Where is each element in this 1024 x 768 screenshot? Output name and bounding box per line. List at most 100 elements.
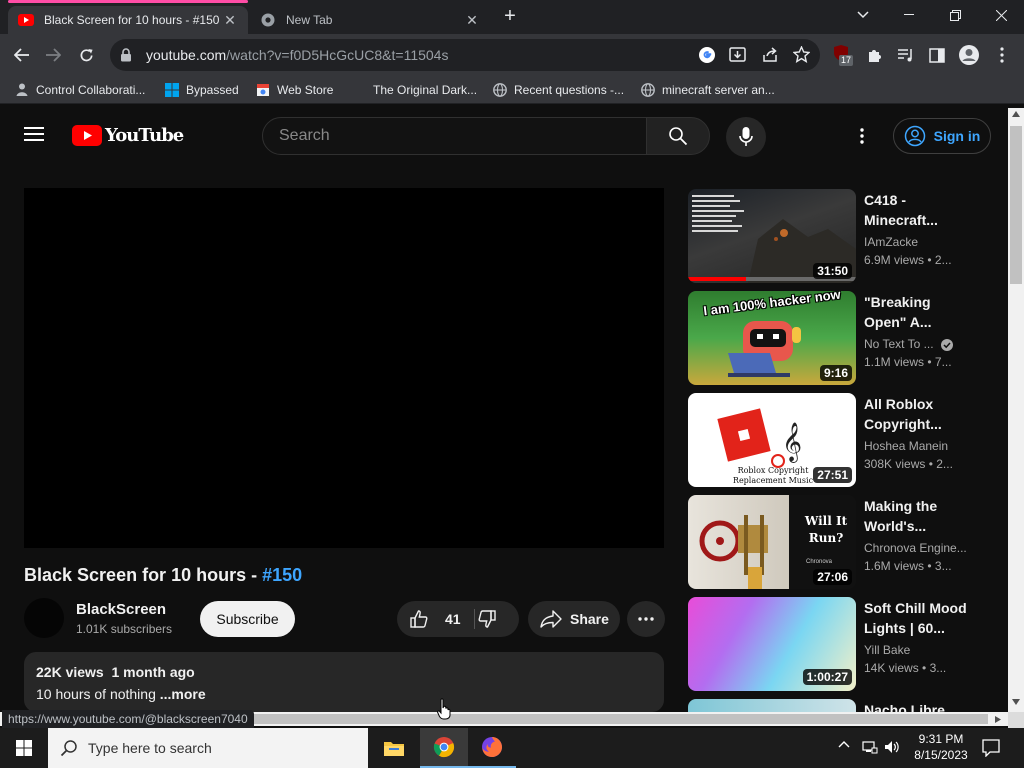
recommendation-channel[interactable]: IAmZacke	[864, 235, 918, 249]
bookmark-star-icon[interactable]	[793, 46, 810, 63]
share-button[interactable]: Share	[528, 601, 620, 637]
tab-close-icon[interactable]: ✕	[462, 12, 482, 29]
scroll-up-arrow-icon[interactable]	[1011, 110, 1021, 118]
sign-in-button[interactable]: Sign in	[893, 118, 991, 154]
recommendation-title[interactable]: "Breaking Open" A...	[864, 292, 974, 332]
recommendation-channel[interactable]: Chronova Engine...	[864, 541, 967, 555]
youtube-logo[interactable]: YouTube	[72, 125, 184, 146]
youtube-header: YouTube Sign in	[0, 108, 1008, 164]
file-explorer-icon[interactable]	[370, 728, 418, 768]
google-lens-icon[interactable]	[698, 46, 716, 64]
recommendation-item[interactable]: I am 100% hacker now 9:16 "Breaking Open…	[688, 291, 1000, 385]
chrome-menu-icon[interactable]	[989, 43, 1015, 67]
back-icon[interactable]	[9, 43, 35, 67]
recommendation-age: 7...	[934, 355, 952, 369]
taskbar-search-box[interactable]: Type here to search	[48, 728, 368, 768]
recommendation-channel-name[interactable]: No Text To ...	[864, 337, 934, 351]
forward-icon[interactable]	[40, 43, 66, 67]
recommendation-meta: 1.1M views • 7...	[864, 355, 952, 369]
recommendation-views: 308K views	[864, 457, 926, 471]
recommendation-channel[interactable]: No Text To ...	[864, 337, 953, 351]
taskbar-clock[interactable]: 9:31 PM 8/15/2023	[906, 731, 976, 763]
channel-name[interactable]: BlackScreen	[76, 601, 166, 618]
restore-icon[interactable]	[932, 0, 978, 30]
extensions-puzzle-icon[interactable]	[861, 43, 887, 67]
svg-text:𝄞: 𝄞	[782, 422, 802, 463]
firefox-taskbar-icon[interactable]	[468, 728, 516, 768]
browser-tab-strip: Black Screen for 10 hours - #150 ✕ New T…	[0, 0, 1024, 34]
recommendation-item[interactable]: 𝄞 Roblox Copyright Replacement Music 27:…	[688, 393, 1000, 487]
notifications-icon[interactable]	[982, 739, 1000, 757]
recommendation-title[interactable]: C418 - Minecraft...	[864, 190, 974, 230]
chrome-taskbar-icon[interactable]	[420, 728, 468, 768]
thumbnail-nacho-libre[interactable]	[688, 699, 856, 712]
media-controls-icon[interactable]	[893, 43, 919, 67]
channel-avatar[interactable]	[24, 598, 64, 638]
thumbnail-engine[interactable]: Will It Run? Chronova 27:06	[688, 495, 856, 589]
tab-search-chevron-icon[interactable]	[840, 0, 886, 30]
reload-icon[interactable]	[73, 43, 99, 67]
tab-youtube[interactable]: Black Screen for 10 hours - #150 ✕	[8, 0, 248, 34]
new-tab-plus-icon[interactable]: +	[498, 6, 522, 28]
volume-icon[interactable]	[884, 739, 900, 755]
recommendation-title[interactable]: All Roblox Copyright...	[864, 394, 974, 434]
bookmark-minecraft-server[interactable]: minecraft server an...	[640, 80, 775, 100]
close-window-icon[interactable]	[978, 0, 1024, 30]
bookmark-original-dark[interactable]: The Original Dark...	[373, 80, 477, 100]
profile-avatar-icon[interactable]	[956, 43, 982, 67]
bookmark-recent-questions[interactable]: Recent questions -...	[492, 80, 624, 100]
recommendation-item[interactable]: 1:00:27 Soft Chill Mood Lights | 60... Y…	[688, 597, 1000, 691]
windows-taskbar: Type here to search 9:31 PM 8/15/2023	[0, 728, 1024, 768]
like-button[interactable]: 41	[397, 601, 473, 637]
ellipsis-icon	[638, 617, 654, 621]
status-bar-url: https://www.youtube.com/@blackscreen7040	[2, 710, 254, 728]
subscribe-button[interactable]: Subscribe	[200, 601, 295, 637]
side-panel-icon[interactable]	[924, 43, 950, 67]
scroll-down-arrow-icon[interactable]	[1011, 698, 1021, 706]
tray-overflow-chevron-icon[interactable]	[838, 740, 850, 748]
recommendation-menu-icon[interactable]	[976, 201, 996, 221]
voice-search-button[interactable]	[726, 117, 766, 157]
account-icon	[904, 125, 925, 147]
settings-more-icon[interactable]	[860, 128, 864, 144]
video-duration: 27:06	[813, 569, 852, 585]
tab-close-icon[interactable]: ✕	[220, 12, 240, 29]
recommendation-channel[interactable]: Yill Bake	[864, 643, 910, 657]
search-box[interactable]	[262, 117, 648, 155]
install-app-icon[interactable]	[729, 47, 746, 63]
vertical-scroll-thumb[interactable]	[1010, 126, 1022, 284]
minimize-icon[interactable]	[886, 0, 932, 30]
video-player[interactable]	[24, 188, 664, 548]
network-icon[interactable]	[862, 739, 878, 755]
url-host: youtube.com	[146, 47, 227, 63]
thumbnail-minecraft[interactable]: 31:50	[688, 189, 856, 283]
ublock-extension-icon[interactable]: 17	[832, 44, 854, 66]
taskbar-search-placeholder: Type here to search	[88, 740, 212, 756]
more-actions-button[interactable]	[627, 601, 665, 637]
bookmark-web-store[interactable]: Web Store	[255, 80, 333, 100]
recommendation-item[interactable]: Will It Run? Chronova 27:06 Making the W…	[688, 495, 1000, 589]
recommendation-channel[interactable]: Hoshea Manein	[864, 439, 948, 453]
video-hashtag-link[interactable]: #150	[262, 565, 302, 585]
search-button[interactable]	[646, 117, 710, 155]
description-box[interactable]: 22K views 1 month ago 10 hours of nothin…	[24, 652, 664, 712]
more-link[interactable]: ...more	[160, 686, 206, 702]
recommendation-views: 14K views	[864, 661, 919, 675]
bookmark-control-collaboration[interactable]: Control Collaborati...	[14, 80, 145, 100]
recommendation-item[interactable]: Nacho Libre...	[688, 699, 1000, 712]
thumbnail-hacker[interactable]: I am 100% hacker now 9:16	[688, 291, 856, 385]
hamburger-menu-icon[interactable]	[24, 126, 48, 146]
recommendation-item[interactable]: 31:50 C418 - Minecraft... IAmZacke 6.9M …	[688, 189, 1000, 283]
bookmark-bypassed[interactable]: Bypassed	[164, 80, 239, 100]
recommendation-title[interactable]: Nacho Libre...	[864, 700, 974, 712]
thumbnail-roblox[interactable]: 𝄞 Roblox Copyright Replacement Music 27:…	[688, 393, 856, 487]
scroll-right-arrow-icon[interactable]	[994, 715, 1002, 724]
address-bar[interactable]: youtube.com/watch?v=f0D5HcGcUC8&t=11504s	[110, 39, 820, 71]
recommendation-title[interactable]: Making the World's...	[864, 496, 974, 536]
start-button[interactable]	[0, 728, 48, 768]
search-input[interactable]	[279, 127, 647, 145]
recommendation-title[interactable]: Soft Chill Mood Lights | 60...	[864, 598, 974, 638]
dislike-button[interactable]	[477, 609, 501, 629]
share-page-icon[interactable]	[762, 47, 779, 63]
tab-new-tab[interactable]: New Tab ✕	[250, 6, 490, 34]
